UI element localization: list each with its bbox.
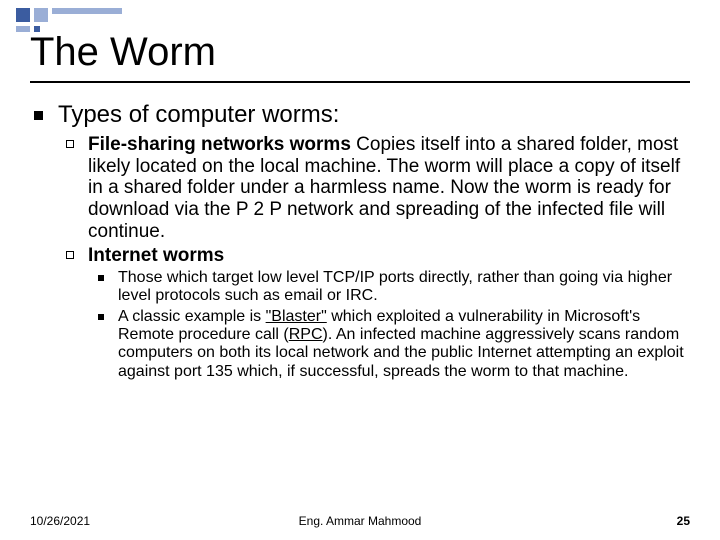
level1-text: Types of computer worms:: [58, 101, 339, 128]
filesharing-lead: File-sharing networks worms: [88, 134, 351, 155]
bullet-level2-internet: Internet worms Those which target low le…: [88, 245, 690, 381]
bullet-level3-blaster: A classic example is "Blaster" which exp…: [118, 308, 690, 382]
sub2-pre: A classic example is: [118, 308, 266, 325]
rpc-link: RPC: [289, 326, 323, 343]
bullet-level1: Types of computer worms: File-sharing ne…: [58, 101, 690, 381]
footer-author: Eng. Ammar Mahmood: [0, 514, 720, 528]
footer-page-number: 25: [677, 514, 690, 528]
bullet-level2-filesharing: File-sharing networks worms Copies itsel…: [88, 134, 690, 243]
blaster-link: "Blaster": [266, 308, 327, 325]
corner-decoration: [16, 8, 126, 32]
slide-title: The Worm: [30, 30, 690, 83]
bullet-level3-tcpip: Those which target low level TCP/IP port…: [118, 269, 690, 306]
sub1-text: Those which target low level TCP/IP port…: [118, 269, 672, 304]
slide-content: Types of computer worms: File-sharing ne…: [0, 83, 720, 381]
internet-lead: Internet worms: [88, 245, 224, 266]
